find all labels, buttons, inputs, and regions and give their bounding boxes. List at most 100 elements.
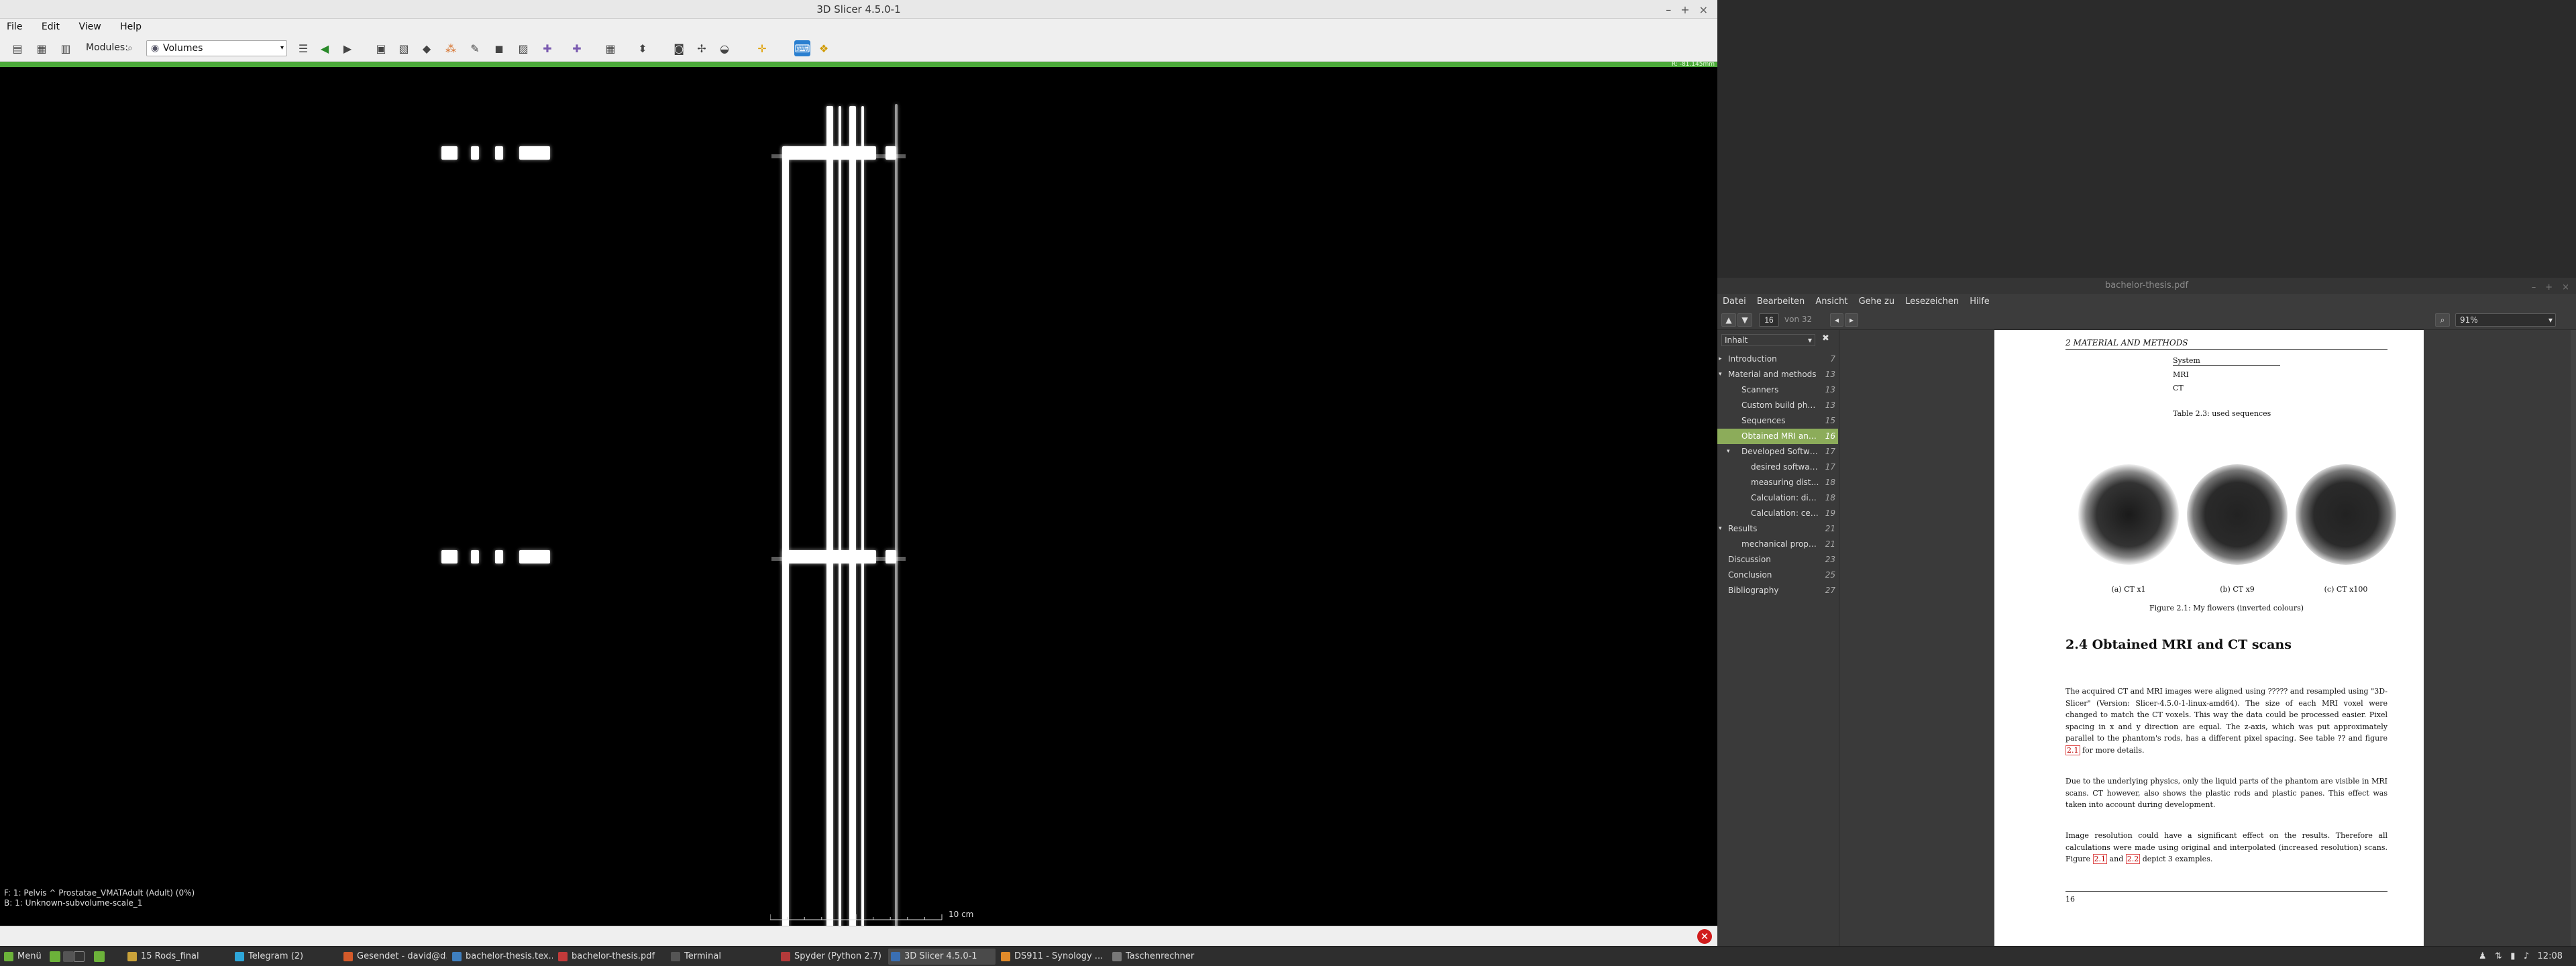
toc-item[interactable]: Obtained MRI and C... 16 (1717, 429, 1838, 444)
python-icon[interactable]: ❖ (816, 40, 832, 56)
back-arrow-icon[interactable]: ◀ (317, 40, 333, 56)
search-icon[interactable]: ⌕ (127, 43, 133, 54)
figure-link[interactable]: 2.1 (2065, 745, 2080, 755)
toc-item[interactable]: Scanners 13 (1717, 382, 1838, 398)
modules-select[interactable]: ◉ Volumes ▾ (146, 40, 287, 56)
load-data-icon[interactable]: ▤ (9, 40, 25, 56)
sidebar-mode-select[interactable]: Inhalt ▾ (1721, 334, 1815, 346)
toc-item[interactable]: Calculation: dice ... 18 (1717, 490, 1838, 506)
markups-module-icon[interactable]: ✎ (467, 40, 483, 56)
extension-icon[interactable]: ✚ (539, 40, 555, 56)
mouse-mode-icon[interactable]: ⬍ (635, 40, 651, 56)
minimize-button[interactable]: – (1666, 3, 1671, 16)
toc-item[interactable]: ▸ Introduction 7 (1717, 352, 1838, 367)
user-icon[interactable]: ♟ (2479, 951, 2487, 961)
menu-help[interactable]: Help (120, 19, 142, 35)
desktop-icon[interactable] (50, 951, 60, 962)
taskbar-item[interactable]: DS911 - Synology ... (998, 949, 1107, 965)
dicom-module-icon[interactable]: ▧ (396, 40, 412, 56)
toc-item[interactable]: mechanical properti... 21 (1717, 537, 1838, 552)
volume-icon[interactable]: ♪ (2524, 951, 2529, 961)
taskbar-item[interactable]: bachelor-thesis.tex... (449, 949, 553, 965)
menu-view[interactable]: View (78, 19, 101, 35)
figure-link[interactable]: 2.2 (2125, 854, 2141, 864)
transforms-module-icon[interactable]: ⁂ (443, 40, 459, 56)
menu-gehe-zu[interactable]: Gehe zu (1859, 294, 1895, 310)
scrollbar[interactable] (2571, 330, 2576, 966)
taskbar-item[interactable]: bachelor-thesis.pdf (555, 949, 663, 965)
toc-item[interactable]: measuring distort... 18 (1717, 475, 1838, 490)
models-module-icon[interactable]: ◆ (419, 40, 435, 56)
toc-item[interactable]: Custom build phant... 13 (1717, 398, 1838, 413)
taskbar-item[interactable]: 3D Slicer 4.5.0-1 (888, 949, 996, 965)
folder-icon[interactable] (94, 951, 105, 962)
toc-item[interactable]: desired software ... 17 (1717, 460, 1838, 475)
menu-edit[interactable]: Edit (42, 19, 60, 35)
taskbar-item-label: Taschenrechner (1126, 951, 1195, 961)
menu-bearbeiten[interactable]: Bearbeiten (1757, 294, 1805, 310)
forward-arrow-icon[interactable]: ▶ (339, 40, 356, 56)
taskbar-item[interactable]: Telegram (2) (232, 949, 339, 965)
chevron-down-icon[interactable]: ▾ (1719, 367, 1722, 382)
chevron-down-icon[interactable]: ▾ (1719, 521, 1722, 537)
menu-datei[interactable]: Datei (1723, 294, 1746, 310)
battery-icon[interactable]: ▮ (2510, 951, 2515, 961)
maximize-button[interactable]: + (1680, 3, 1689, 16)
editor-module-icon[interactable]: ◼ (491, 40, 507, 56)
toc-item[interactable]: Discussion 23 (1717, 552, 1838, 568)
toc-item[interactable]: ▾ Results 21 (1717, 521, 1838, 537)
window-level-icon[interactable]: ◒ (716, 40, 733, 56)
history-forward-button[interactable]: ▸ (1845, 313, 1858, 327)
taskbar-item[interactable]: 15 Rods_final (125, 949, 225, 965)
clock[interactable]: 12:08 (2538, 951, 2563, 961)
page-number-input[interactable] (1759, 313, 1779, 327)
crosshair-icon[interactable]: ✢ (694, 40, 710, 56)
zoom-select[interactable]: 91% ▾ (2455, 313, 2556, 327)
minimize-button[interactable]: – (2532, 282, 2536, 292)
extension-manager-icon[interactable]: ✚ (569, 40, 585, 56)
taskbar-item[interactable]: Spyder (Python 2.7) (778, 949, 888, 965)
figure-link[interactable]: 2.1 (2092, 854, 2108, 864)
terminal-icon[interactable] (74, 951, 85, 962)
maximize-button[interactable]: + (2545, 282, 2553, 292)
slice-viewer[interactable] (0, 67, 1717, 953)
taskbar-item[interactable]: Taschenrechner (1110, 949, 1217, 965)
next-page-button[interactable]: ▼ (1737, 313, 1752, 327)
menu-ansicht[interactable]: Ansicht (1815, 294, 1847, 310)
module-list-icon[interactable]: ☰ (295, 40, 311, 56)
history-back-button[interactable]: ◂ (1830, 313, 1843, 327)
close-button[interactable]: × (2562, 282, 2569, 292)
chevron-right-icon[interactable]: ▸ (1719, 352, 1722, 367)
taskbar-item[interactable]: Gesendet - david@d... (341, 949, 447, 965)
toc-item[interactable]: ▾ Developed Softwar... 17 (1717, 444, 1838, 460)
menu-file[interactable]: File (7, 19, 22, 35)
start-menu-button[interactable]: Menü (1, 949, 44, 965)
taskbar-item[interactable]: Terminal (668, 949, 771, 965)
toc-item[interactable]: Bibliography 27 (1717, 583, 1838, 598)
layout-icon[interactable]: ▦ (602, 40, 619, 56)
menu-hilfe[interactable]: Hilfe (1970, 294, 1990, 310)
error-log-icon[interactable]: ✕ (1697, 929, 1712, 944)
network-icon[interactable]: ⇅ (2495, 951, 2502, 961)
pdf-document-view[interactable]: 2 MATERIAL AND METHODS System MRI CT Tab… (1841, 330, 2576, 966)
screenshot-icon[interactable]: ◙ (671, 40, 687, 56)
previous-page-button[interactable]: ▲ (1721, 313, 1736, 327)
close-button[interactable]: × (1699, 3, 1708, 16)
toc-item[interactable]: Conclusion 25 (1717, 568, 1838, 583)
fiducial-place-icon[interactable]: ✛ (754, 40, 770, 56)
menu-lesezeichen[interactable]: Lesezeichen (1905, 294, 1959, 310)
toc-item[interactable]: Calculation: cente... 19 (1717, 506, 1838, 521)
view-controller-bar[interactable]: R: -81.145mm (0, 62, 1717, 68)
toc-item[interactable]: Sequences 15 (1717, 413, 1838, 429)
files-icon[interactable] (63, 951, 74, 962)
segment-module-icon[interactable]: ▨ (515, 40, 531, 56)
table-header: System (2173, 356, 2200, 365)
data-module-icon[interactable]: ▣ (373, 40, 389, 56)
close-sidebar-icon[interactable]: ✖ (1822, 333, 1829, 343)
search-icon[interactable]: ⌕ (2435, 313, 2450, 327)
load-dicom-icon[interactable]: ▦ (34, 40, 50, 56)
save-icon[interactable]: ▥ (58, 40, 74, 56)
python-console-icon[interactable]: ⌨ (794, 40, 810, 56)
chevron-down-icon[interactable]: ▾ (1727, 444, 1730, 460)
toc-item[interactable]: ▾ Material and methods 13 (1717, 367, 1838, 382)
